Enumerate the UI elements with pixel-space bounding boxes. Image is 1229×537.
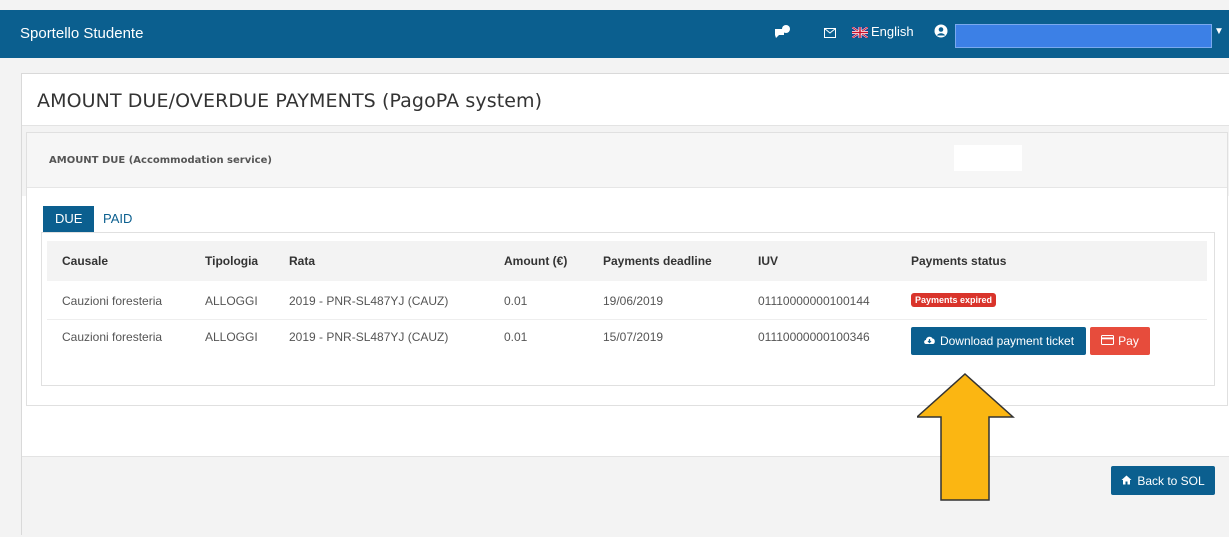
table-header: Causale Tipologia Rata Amount (€) Paymen… xyxy=(47,241,1207,281)
amount-due-section: AMOUNT DUE (Accommodation service) DUE P… xyxy=(26,132,1228,406)
app-title[interactable]: Sportello Studente xyxy=(20,25,143,42)
cell-amount: 0.01 xyxy=(504,330,528,344)
cell-deadline: 19/06/2019 xyxy=(603,294,664,308)
column-header-status: Payments status xyxy=(911,254,1007,268)
table-row: Cauzioni foresteria ALLOGGI 2019 - PNR-S… xyxy=(47,319,1207,363)
column-header-iuv: IUV xyxy=(758,254,779,268)
payments-panel: AMOUNT DUE/OVERDUE PAYMENTS (PagoPA syst… xyxy=(21,73,1229,537)
column-header-tipologia: Tipologia xyxy=(205,254,259,268)
column-header-rata: Rata xyxy=(289,254,316,268)
column-header-amount: Amount (€) xyxy=(504,254,568,268)
user-icon[interactable] xyxy=(934,24,948,38)
section-header: AMOUNT DUE (Accommodation service) xyxy=(27,133,1227,188)
cell-causale: Cauzioni foresteria xyxy=(62,330,163,344)
cell-tipologia: ALLOGGI xyxy=(205,294,258,308)
language-label: English xyxy=(871,24,914,39)
cell-rata: 2019 - PNR-SL487YJ (CAUZ) xyxy=(289,294,449,308)
tab-paid[interactable]: PAID xyxy=(91,206,144,232)
page-title: AMOUNT DUE/OVERDUE PAYMENTS (PagoPA syst… xyxy=(37,90,543,112)
chat-bubble-icon[interactable] xyxy=(773,24,791,42)
user-name-redacted[interactable] xyxy=(955,24,1212,48)
pay-button[interactable]: Pay xyxy=(1090,327,1150,355)
cell-amount: 0.01 xyxy=(504,294,528,308)
status-badge-expired: Payments expired xyxy=(911,293,997,307)
language-selector[interactable]: English xyxy=(851,24,914,39)
cell-iuv: 01110000000100346 xyxy=(758,330,870,344)
cell-iuv: 01110000000100144 xyxy=(758,294,870,308)
payments-table: Causale Tipologia Rata Amount (€) Paymen… xyxy=(41,232,1215,386)
cell-tipologia: ALLOGGI xyxy=(205,330,258,344)
cloud-download-icon xyxy=(923,334,936,348)
tab-due[interactable]: DUE xyxy=(43,206,95,232)
home-icon xyxy=(1121,474,1132,488)
up-arrow-annotation xyxy=(917,372,1015,501)
back-to-sol-label: Back to SOL xyxy=(1137,473,1205,488)
column-header-causale: Causale xyxy=(62,254,109,268)
column-header-deadline: Payments deadline xyxy=(603,254,712,268)
envelope-icon[interactable] xyxy=(824,26,836,41)
credit-card-icon xyxy=(1101,334,1115,348)
cell-rata: 2019 - PNR-SL487YJ (CAUZ) xyxy=(289,330,449,344)
panel-footer xyxy=(22,457,1229,537)
section-label: AMOUNT DUE (Accommodation service) xyxy=(49,155,272,166)
redacted-box xyxy=(954,145,1022,171)
download-ticket-label: Download payment ticket xyxy=(939,334,1075,348)
uk-flag-icon xyxy=(851,26,869,39)
top-navbar: Sportello Studente English ▼ xyxy=(0,10,1229,58)
pay-label: Pay xyxy=(1118,334,1139,348)
back-to-sol-button[interactable]: Back to SOL xyxy=(1111,466,1215,495)
cell-deadline: 15/07/2019 xyxy=(603,330,664,344)
download-ticket-button[interactable]: Download payment ticket xyxy=(911,327,1086,355)
cell-causale: Cauzioni foresteria xyxy=(62,294,163,308)
table-row: Cauzioni foresteria ALLOGGI 2019 - PNR-S… xyxy=(47,281,1207,320)
chevron-down-icon[interactable]: ▼ xyxy=(1214,26,1224,37)
